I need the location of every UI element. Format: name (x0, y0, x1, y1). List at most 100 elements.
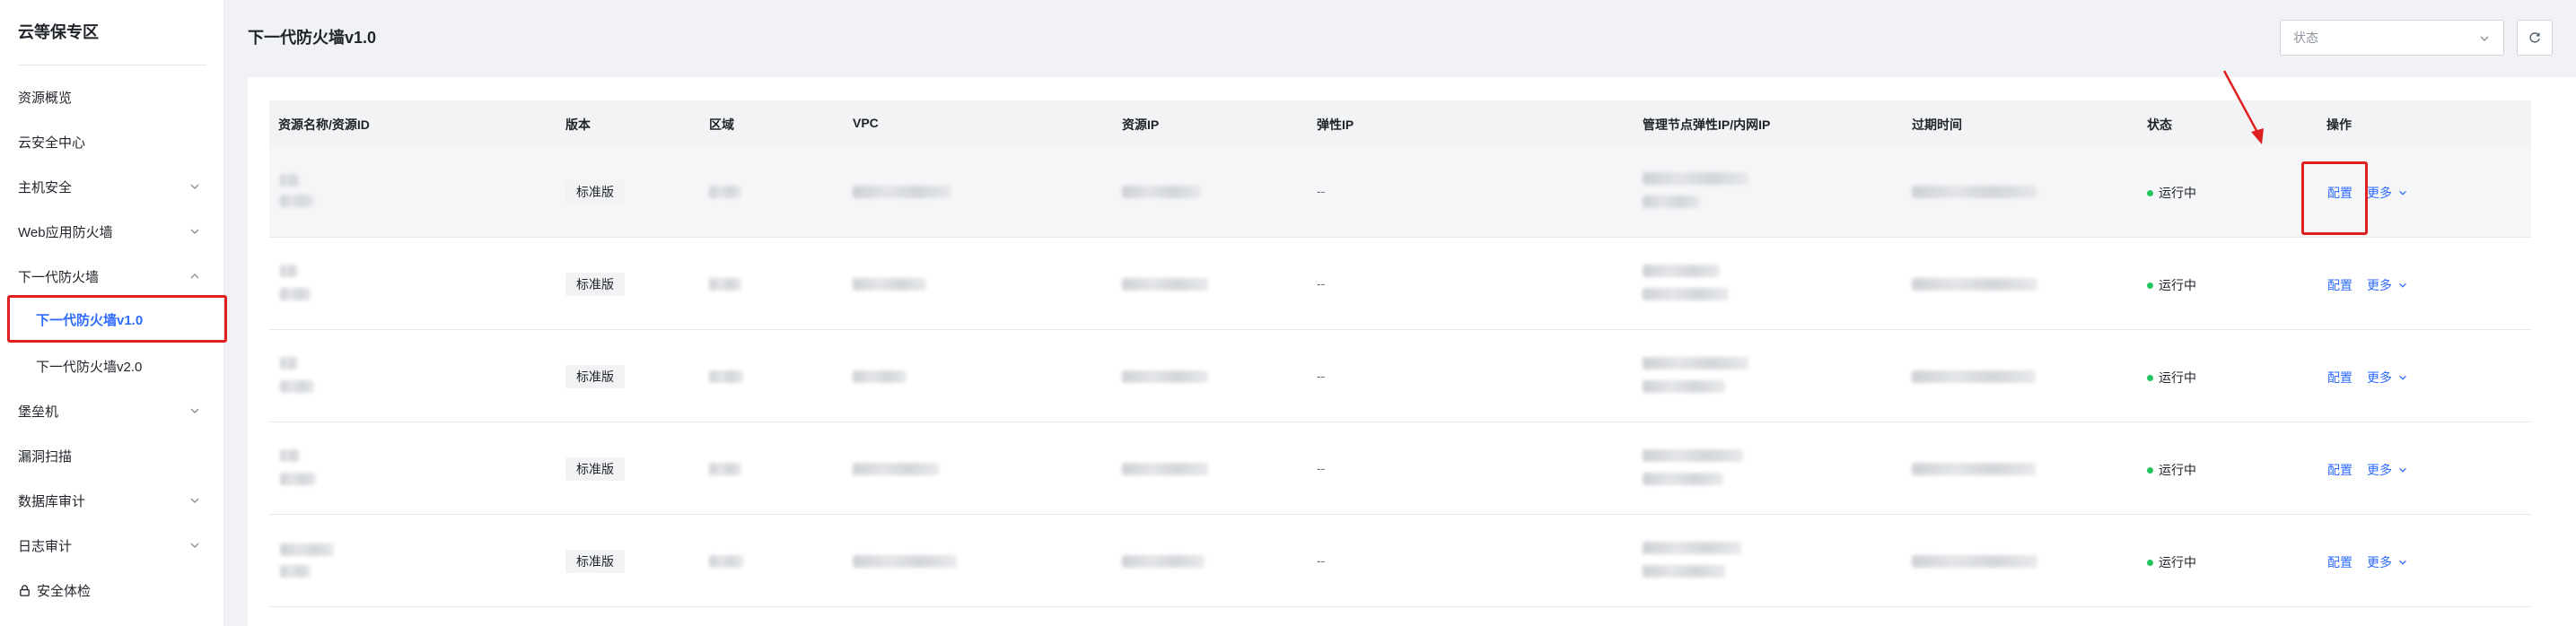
firewall-table: 资源名称/资源ID 版本 区域 VPC 资源IP 弹性IP 管理节点弹性IP/内… (269, 100, 2531, 607)
status-text: 运行中 (2159, 370, 2196, 385)
redacted-resource-name (280, 265, 298, 277)
config-link[interactable]: 配置 (2327, 276, 2353, 294)
status-badge: 运行中 (2147, 369, 2196, 387)
version-tag: 标准版 (565, 550, 625, 573)
more-label: 更多 (2367, 555, 2392, 569)
config-link[interactable]: 配置 (2327, 369, 2353, 387)
refresh-icon (2529, 32, 2540, 43)
chevron-down-icon (190, 229, 199, 235)
redacted-mgmt-eip (1643, 265, 1720, 277)
sidebar-item-label: 下一代防火墙 (18, 269, 100, 285)
sidebar: 云等保专区 资源概览 云安全中心 主机安全 Web应用防火墙 下一代防火墙 下一… (0, 0, 227, 626)
redacted-resource-ip (1122, 463, 1208, 475)
redacted-region (709, 278, 741, 291)
redacted-expire-time (1912, 555, 2037, 568)
table-row: 标准版 -- 运行中 配置 更多 (269, 422, 2531, 515)
sidebar-title: 云等保专区 (18, 23, 99, 41)
table-row: 标准版 -- 运行中 配置 更多 (269, 238, 2531, 330)
eip-value: -- (1317, 369, 1326, 383)
sidebar-item-security-checkup[interactable]: 安全体检 (0, 570, 224, 610)
sidebar-item-host-security[interactable]: 主机安全 (0, 167, 224, 206)
redacted-resource-ip (1122, 370, 1208, 383)
content-card: 资源名称/资源ID 版本 区域 VPC 资源IP 弹性IP 管理节点弹性IP/内… (248, 77, 2576, 626)
sidebar-item-label: 下一代防火墙v2.0 (36, 359, 143, 375)
redacted-resource-ip (1122, 555, 1205, 568)
redacted-region (709, 463, 741, 475)
status-dot (2147, 189, 2153, 196)
chevron-down-icon (2399, 190, 2406, 196)
redacted-region (709, 370, 743, 383)
redacted-resource-ip (1122, 186, 1201, 198)
version-tag: 标准版 (565, 365, 625, 388)
redacted-region (709, 186, 741, 198)
chevron-down-icon (2399, 283, 2406, 288)
sidebar-item-label: 堡垒机 (18, 404, 59, 420)
sidebar-item-ngfw[interactable]: 下一代防火墙 (0, 256, 224, 296)
sidebar-item-label: 数据库审计 (18, 493, 86, 509)
redacted-resource-name (280, 449, 300, 462)
redacted-resource-name (280, 543, 334, 556)
status-text: 运行中 (2159, 555, 2196, 569)
sidebar-item-waf[interactable]: Web应用防火墙 (0, 212, 224, 251)
chevron-down-icon (190, 408, 199, 414)
eip-value: -- (1317, 276, 1326, 291)
chevron-down-icon (190, 184, 199, 190)
sidebar-item-label: 主机安全 (18, 179, 73, 196)
config-link[interactable]: 配置 (2327, 553, 2353, 571)
redacted-mgmt-eip (1643, 449, 1743, 462)
redacted-mgmt-ip (1643, 565, 1725, 578)
sidebar-item-cloud-security-center[interactable]: 云安全中心 (0, 122, 224, 161)
redacted-expire-time (1912, 278, 2037, 291)
chevron-down-icon (2399, 467, 2406, 473)
status-text: 运行中 (2159, 463, 2196, 477)
refresh-button[interactable] (2517, 20, 2553, 56)
table-row: 标准版 -- 运行中 配置 更多 (269, 145, 2531, 238)
status-badge: 运行中 (2147, 461, 2196, 479)
chevron-up-icon (190, 273, 199, 279)
sidebar-item-resource-overview[interactable]: 资源概览 (0, 77, 224, 117)
redacted-expire-time (1912, 370, 2036, 383)
table-row: 标准版 -- 运行中 配置 更多 (269, 330, 2531, 422)
sidebar-item-label: 安全体检 (37, 583, 92, 599)
redacted-region (709, 555, 743, 568)
more-label: 更多 (2367, 278, 2392, 292)
more-dropdown[interactable]: 更多 (2367, 184, 2408, 202)
column-header-mgmt-ip: 管理节点弹性IP/内网IP (1643, 117, 1771, 132)
redacted-mgmt-ip (1643, 288, 1729, 300)
config-link[interactable]: 配置 (2327, 461, 2353, 479)
version-tag: 标准版 (565, 180, 625, 204)
sidebar-item-bastion[interactable]: 堡垒机 (0, 391, 224, 430)
config-link[interactable]: 配置 (2327, 184, 2353, 202)
sidebar-item-ngfw-v2[interactable]: 下一代防火墙v2.0 (0, 346, 224, 386)
column-header-vpc: VPC (853, 116, 879, 130)
column-header-eip: 弹性IP (1317, 117, 1354, 132)
more-dropdown[interactable]: 更多 (2367, 461, 2408, 479)
status-dot (2147, 466, 2153, 474)
status-dot (2147, 374, 2153, 381)
redacted-vpc (853, 186, 951, 198)
more-dropdown[interactable]: 更多 (2367, 369, 2408, 387)
redacted-vpc (853, 463, 939, 475)
redacted-resource-id (280, 473, 316, 485)
sidebar-item-label: 日志审计 (18, 538, 73, 554)
redacted-expire-time (1912, 463, 2036, 475)
redacted-mgmt-eip (1643, 172, 1748, 185)
redacted-vpc (853, 370, 907, 383)
more-label: 更多 (2367, 370, 2392, 385)
sidebar-item-db-audit[interactable]: 数据库审计 (0, 481, 224, 520)
sidebar-item-vuln-scan[interactable]: 漏洞扫描 (0, 436, 224, 475)
redacted-resource-id (280, 380, 314, 393)
redacted-mgmt-ip (1643, 196, 1700, 208)
column-header-version: 版本 (565, 117, 591, 132)
column-header-status: 状态 (2147, 117, 2172, 132)
sidebar-item-ngfw-v1[interactable]: 下一代防火墙v1.0 (0, 300, 224, 339)
redacted-vpc (853, 555, 957, 568)
more-dropdown[interactable]: 更多 (2367, 276, 2408, 294)
column-header-resource-name: 资源名称/资源ID (278, 117, 370, 132)
redacted-mgmt-eip (1643, 542, 1741, 554)
more-dropdown[interactable]: 更多 (2367, 553, 2408, 571)
sidebar-item-log-audit[interactable]: 日志审计 (0, 526, 224, 565)
status-filter-select[interactable]: 状态 (2280, 20, 2504, 56)
chevron-down-icon (2399, 375, 2406, 380)
sidebar-item-label: 漏洞扫描 (18, 448, 73, 465)
